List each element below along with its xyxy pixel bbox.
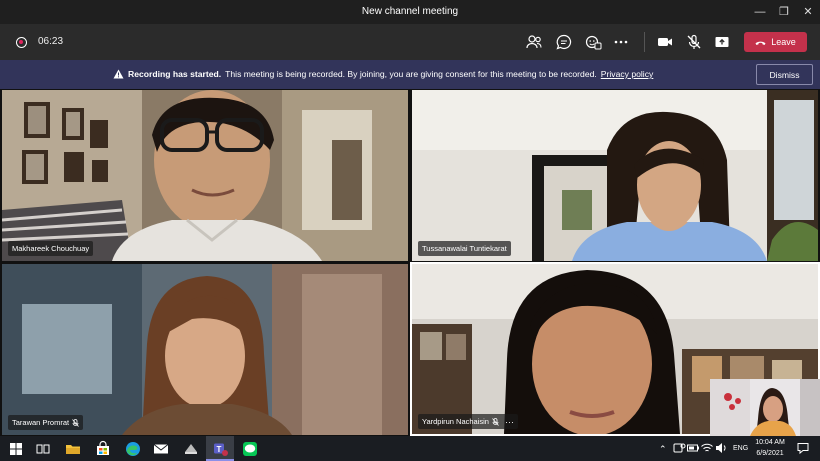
self-view-video[interactable] — [710, 379, 820, 436]
battery-icon[interactable] — [686, 441, 700, 455]
meeting-toolbar: 06:23 Leave — [0, 24, 820, 60]
participants-icon[interactable] — [525, 33, 543, 51]
line-app-icon[interactable] — [241, 440, 259, 458]
svg-text:T: T — [217, 445, 222, 454]
close-icon[interactable]: ✕ — [800, 4, 816, 20]
tray-chevron-up-icon[interactable]: ⌃ — [659, 444, 667, 455]
notification-center-icon[interactable] — [796, 441, 810, 455]
participant-video-1 — [2, 90, 408, 261]
video-tile-3[interactable]: Tarawan Promrat — [2, 264, 408, 435]
more-actions-icon[interactable] — [612, 33, 630, 51]
participant-name-label: Makhareek Chouchuay — [8, 241, 94, 256]
privacy-policy-link[interactable]: Privacy policy — [601, 69, 654, 79]
minimize-icon[interactable]: — — [752, 4, 768, 20]
window-title: New channel meeting — [361, 6, 459, 17]
participant-video-2 — [412, 90, 818, 261]
edge-browser-icon[interactable] — [124, 440, 142, 458]
microphone-muted-icon[interactable] — [685, 33, 703, 51]
mail-icon[interactable] — [152, 440, 170, 458]
toolbar-divider — [644, 32, 645, 52]
store-icon[interactable] — [94, 440, 112, 458]
reactions-icon[interactable] — [584, 33, 602, 51]
recording-icon — [16, 37, 27, 48]
camera-icon[interactable] — [656, 33, 674, 51]
phone-hangup-icon — [755, 41, 766, 45]
teams-icon[interactable]: T — [211, 440, 229, 458]
recording-title: Recording has started. — [128, 69, 222, 79]
volume-icon[interactable] — [714, 441, 728, 455]
participant-name: Tussanawalai Tuntiekarat — [422, 244, 507, 253]
video-tile-1[interactable]: Makhareek Chouchuay — [2, 90, 408, 261]
maximize-icon[interactable]: ❐ — [776, 4, 792, 20]
clock-date[interactable]: 6/9/2021 — [754, 450, 786, 457]
dismiss-button[interactable]: Dismiss — [756, 64, 813, 85]
participant-name-label: Yardpirun Nachaisin ··· — [418, 414, 518, 429]
recording-banner: Recording has started. This meeting is be… — [0, 60, 820, 89]
warning-icon — [113, 69, 124, 79]
tile-more-options-icon[interactable]: ··· — [505, 417, 514, 426]
meeting-timer: 06:23 — [38, 36, 64, 47]
recording-text: This meeting is being recorded. By joini… — [225, 69, 597, 79]
title-bar: New channel meeting — ❐ ✕ — [0, 0, 820, 24]
file-explorer-icon[interactable] — [64, 440, 82, 458]
wifi-icon[interactable] — [700, 441, 714, 455]
windows-start-icon[interactable] — [7, 440, 25, 458]
muted-mic-icon — [492, 417, 499, 426]
clock-time[interactable]: 10:04 AM — [754, 439, 786, 446]
app-icon[interactable] — [182, 440, 200, 458]
participant-name: Yardpirun Nachaisin — [422, 417, 489, 426]
participant-name-label: Tarawan Promrat — [8, 415, 84, 430]
language-indicator[interactable]: ENG — [733, 445, 748, 452]
task-view-icon[interactable] — [34, 440, 52, 458]
video-tile-2[interactable]: Tussanawalai Tuntiekarat — [412, 90, 818, 261]
recording-message: Recording has started. This meeting is be… — [128, 69, 653, 79]
leave-label: Leave — [771, 37, 796, 47]
participant-name-label: Tussanawalai Tuntiekarat — [418, 241, 511, 256]
leave-button[interactable]: Leave — [744, 32, 807, 52]
video-grid: Makhareek Chouchuay Tussanawalai Tuntiek… — [0, 89, 820, 436]
muted-mic-icon — [72, 418, 79, 427]
share-screen-icon[interactable] — [713, 33, 731, 51]
participant-name: Tarawan Promrat — [12, 418, 70, 427]
tray-teams-icon[interactable] — [672, 441, 686, 455]
participant-video-3 — [2, 264, 408, 435]
participant-name: Makhareek Chouchuay — [12, 244, 90, 253]
chat-icon[interactable] — [555, 33, 573, 51]
self-video — [710, 379, 820, 436]
windows-taskbar: T ⌃ ENG 10:04 AM 6/9/2021 — [0, 436, 820, 461]
